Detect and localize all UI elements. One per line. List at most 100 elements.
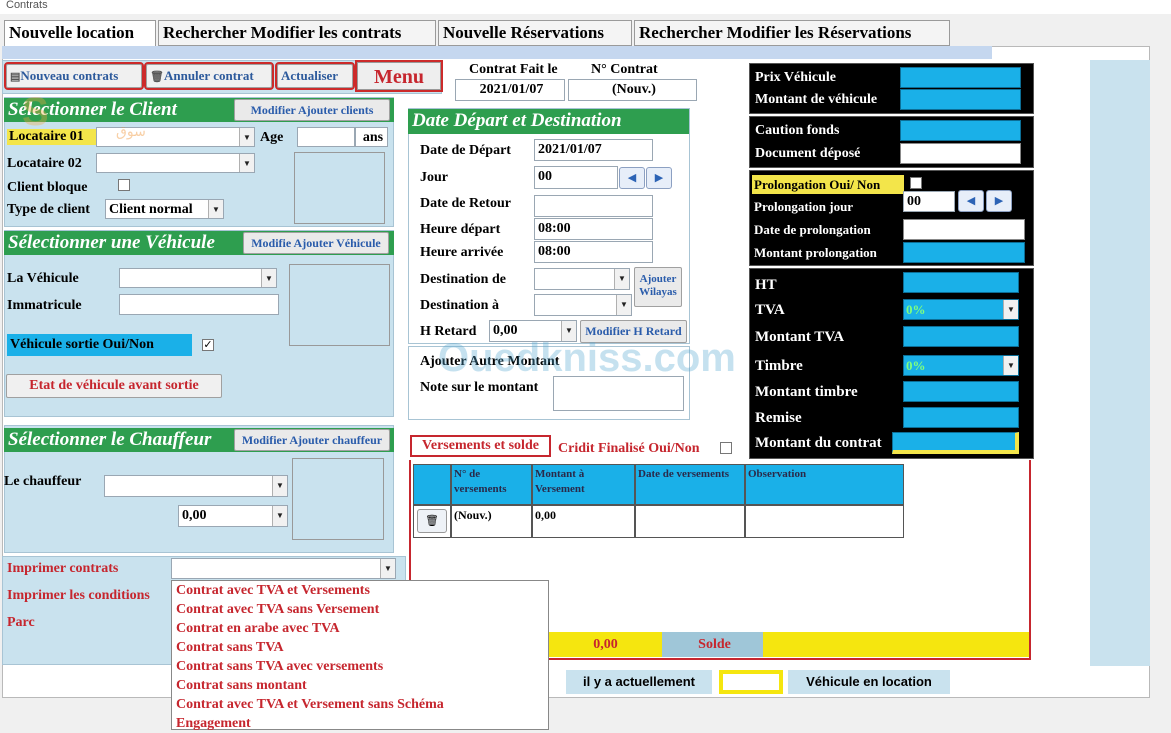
total-paid-value: 0,00	[549, 632, 662, 657]
document-field[interactable]	[900, 143, 1021, 164]
tab-nouvelle-location[interactable]: Nouvelle location	[4, 20, 156, 48]
vehicle-amount-label: Montant de véhicule	[755, 92, 878, 107]
timbre-amount-label: Montant timbre	[755, 384, 858, 400]
days-decrease-button[interactable]: ◀	[619, 167, 645, 189]
refresh-button[interactable]: Actualiser	[275, 62, 355, 90]
modify-clients-button[interactable]: Modifier Ajouter clients	[234, 99, 390, 121]
credit-finalized-checkbox[interactable]	[720, 442, 732, 454]
age-label: Age	[260, 130, 284, 145]
column-header: Date de versements	[635, 464, 745, 505]
column-header: Observation	[745, 464, 904, 505]
client-photo-box	[294, 152, 385, 224]
amount-note-field[interactable]	[553, 376, 684, 411]
vehicle-state-button[interactable]: Etat de véhicule avant sortie	[6, 374, 222, 398]
driver-label: Le chauffeur	[4, 474, 82, 489]
tab-rechercher-contrats[interactable]: Rechercher Modifier les contrats	[158, 20, 436, 46]
locataire2-select[interactable]: ▼	[96, 153, 255, 173]
days-increase-button[interactable]: ▶	[646, 167, 672, 189]
prolongation-days-field[interactable]: 00	[903, 191, 955, 212]
arrow-right-icon: ▶	[654, 172, 664, 184]
return-date-field[interactable]	[534, 195, 653, 217]
chevron-down-icon: ▼	[272, 476, 287, 496]
trash-icon[interactable]: 🗑	[417, 509, 447, 533]
row-observation-cell[interactable]	[745, 505, 904, 538]
departure-title-text: Date Départ et Destination	[412, 110, 622, 131]
arrival-time-field[interactable]: 08:00	[534, 241, 653, 263]
dropdown-option[interactable]: Contrat sans montant	[172, 676, 548, 695]
arrow-right-icon: ▶	[994, 195, 1004, 207]
chevron-down-icon: ▼	[208, 200, 223, 218]
column-header: N° de versements	[451, 464, 532, 505]
menu-button[interactable]: Menu	[355, 60, 443, 92]
age-field[interactable]	[297, 127, 355, 147]
arrival-time-label: Heure arrivée	[420, 245, 504, 260]
age-unit: ans	[355, 127, 388, 147]
dropdown-option[interactable]: Engagement	[172, 714, 548, 733]
new-contract-button[interactable]: ▤Nouveau contrats	[4, 62, 144, 90]
prolongation-decrease-button[interactable]: ◀	[958, 190, 984, 212]
dropdown-option[interactable]: Contrat sans TVA avec versements	[172, 657, 548, 676]
print-contracts-select[interactable]: ▼	[171, 558, 396, 579]
delay-value: 0,00	[493, 323, 518, 338]
table-row-selector[interactable]: 🗑	[413, 505, 451, 538]
new-contract-label: Nouveau contrats	[20, 68, 119, 83]
print-contracts-label: Imprimer contrats	[7, 561, 119, 576]
row-amount-cell[interactable]: 0,00	[532, 505, 635, 538]
cancel-contract-button[interactable]: 🗑Annuler contrat	[144, 62, 274, 90]
timbre-select[interactable]: 0% ▼	[903, 355, 1019, 376]
header-strip	[2, 46, 992, 59]
print-contracts-dropdown[interactable]: Contrat avec TVA et Versements Contrat a…	[171, 580, 549, 733]
remise-field[interactable]	[903, 407, 1019, 428]
caution-field[interactable]	[900, 120, 1021, 141]
row-date-cell[interactable]	[635, 505, 745, 538]
dropdown-option[interactable]: Contrat en arabe avec TVA	[172, 619, 548, 638]
contract-date-field[interactable]: 2021/01/07	[455, 79, 565, 101]
departure-time-field[interactable]: 08:00	[534, 218, 653, 240]
contract-date-label: Contrat Fait le	[469, 62, 558, 77]
delay-select[interactable]: 0,00 ▼	[489, 320, 577, 342]
chevron-down-icon: ▼	[380, 559, 395, 578]
vehicle-select[interactable]: ▼	[119, 268, 277, 288]
modify-delay-button[interactable]: Modifier H Retard	[580, 320, 687, 343]
window-title-bar: Contrats	[0, 0, 1171, 14]
tva-select[interactable]: 0% ▼	[903, 299, 1019, 320]
tab-rechercher-reservations[interactable]: Rechercher Modifier les Réservations	[634, 20, 950, 46]
row-number-cell[interactable]: (Nouv.)	[451, 505, 532, 538]
driver-title-text: Sélectionner le Chauffeur	[8, 429, 212, 450]
amount-note-label: Note sur le montant	[420, 380, 539, 395]
destination-from-select[interactable]: ▼	[534, 268, 630, 290]
chevron-down-icon: ▼	[614, 269, 629, 289]
dropdown-option[interactable]: Contrat avec TVA sans Versement	[172, 600, 548, 619]
destination-to-select[interactable]: ▼	[534, 294, 632, 316]
driver-select[interactable]: ▼	[104, 475, 288, 497]
dropdown-option[interactable]: Contrat avec TVA et Versement sans Schém…	[172, 695, 548, 714]
modify-driver-button[interactable]: Modifier Ajouter chauffeur	[234, 429, 390, 451]
rented-count-value	[723, 674, 779, 690]
dropdown-option[interactable]: Contrat sans TVA	[172, 638, 548, 657]
vehicle-price-field[interactable]	[900, 67, 1021, 88]
prolongation-days-label: Prolongation jour	[754, 199, 854, 214]
driver-amount-select[interactable]: 0,00 ▼	[178, 505, 288, 527]
prolongation-increase-button[interactable]: ▶	[986, 190, 1012, 212]
locataire1-select[interactable]: ▼	[96, 127, 255, 147]
chevron-down-icon: ▼	[1003, 356, 1018, 375]
days-field[interactable]: 00	[534, 166, 618, 189]
tab-nouvelle-reservations[interactable]: Nouvelle Réservations	[438, 20, 632, 46]
vehicle-amount-field	[900, 89, 1021, 110]
prolongation-checkbox[interactable]	[910, 177, 922, 189]
dropdown-option[interactable]: Contrat avec TVA et Versements	[172, 581, 548, 600]
prolongation-date-field[interactable]	[903, 219, 1025, 240]
vehicle-label: La Véhicule	[7, 271, 79, 286]
plate-field[interactable]	[119, 294, 279, 315]
tva-value: 0%	[906, 302, 926, 317]
vehicle-out-checkbox[interactable]: ✓	[202, 339, 214, 351]
modify-vehicle-button[interactable]: Modifie Ajouter Véhicule	[243, 232, 389, 254]
client-type-select[interactable]: Client normal ▼	[105, 199, 224, 219]
tva-label: TVA	[755, 302, 785, 318]
client-blocked-checkbox[interactable]	[118, 179, 130, 191]
add-wilaya-button[interactable]: Ajouter Wilayas	[634, 267, 682, 307]
start-date-field[interactable]: 2021/01/07	[534, 139, 653, 161]
vehicle-title-text: Sélectionner une Véhicule	[8, 232, 215, 253]
client-title-text: Sélectionner le Client	[8, 99, 177, 120]
tab-label: Rechercher Modifier les contrats	[163, 23, 402, 42]
